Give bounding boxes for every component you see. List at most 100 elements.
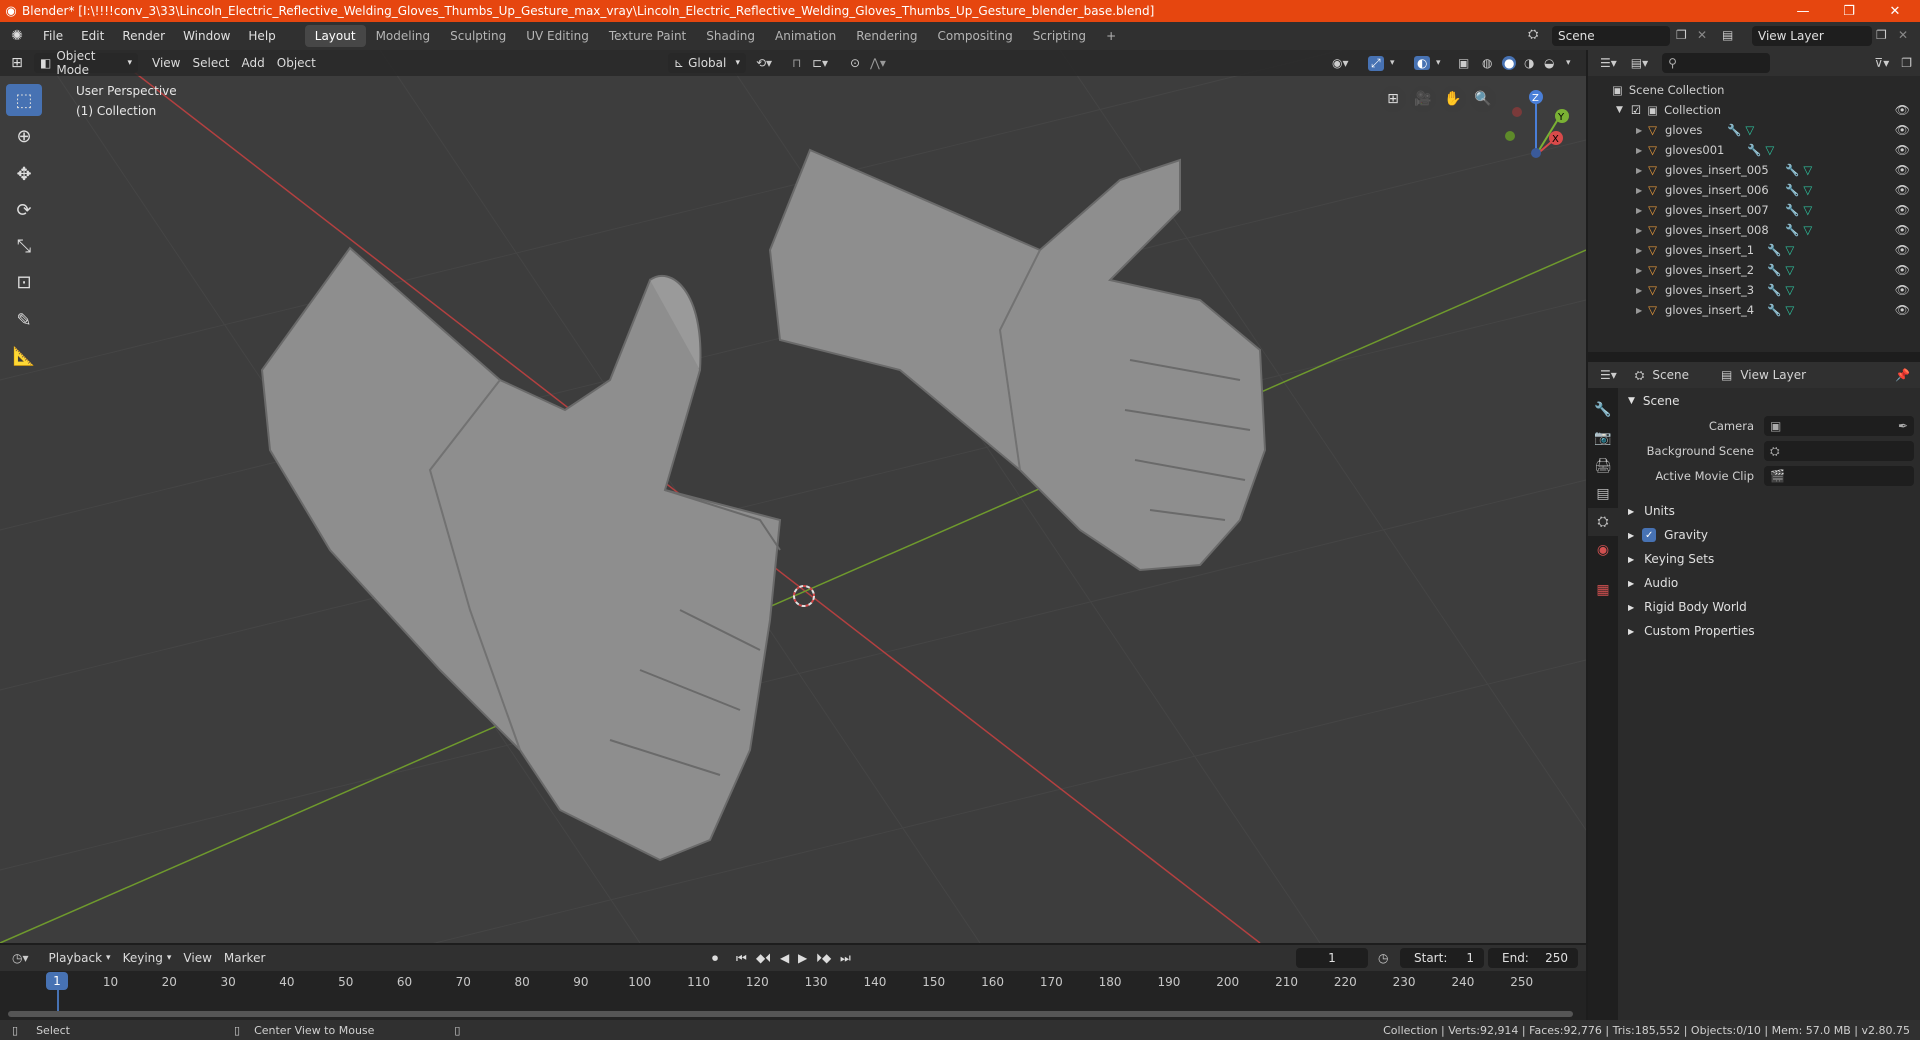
view-layer-selector-icon[interactable]: ▤ [1722,28,1733,42]
new-scene-icon[interactable]: ❐ [1676,28,1687,42]
scene-collection-row[interactable]: ▣ Scene Collection [1588,80,1920,100]
delete-scene-icon[interactable]: ✕ [1697,28,1707,42]
menu-object[interactable]: Object [271,53,322,73]
add-workspace-button[interactable]: + [1096,25,1126,47]
move-tool-icon[interactable]: ✥ [6,158,42,190]
eye-icon[interactable]: 👁 [1895,183,1910,197]
expand-arrow-icon[interactable]: ▼ [1616,105,1623,115]
render-tab-icon[interactable]: 📷 [1588,424,1618,452]
tab-modeling[interactable]: Modeling [366,25,441,47]
scene-selector-icon[interactable]: ⛭ [1528,27,1538,42]
snap-target-icon[interactable]: ⊏▾ [812,56,828,70]
3d-viewport[interactable]: Z Y X ⊞ ◧ Object Mode ▾ View Select Add … [0,50,1586,943]
outliner-item-gloves-insert-007[interactable]: ▶ ▽ gloves_insert_007 🔧 ▽ 👁 [1588,200,1920,220]
wireframe-shading-icon[interactable]: ◍ [1482,56,1492,70]
audio-section[interactable]: ▶ Audio [1628,576,1678,590]
world-tab-icon[interactable]: ◉ [1588,536,1618,564]
tab-sculpting[interactable]: Sculpting [440,25,516,47]
mode-selector[interactable]: ◧ Object Mode ▾ [34,50,138,77]
menu-window[interactable]: Window [174,29,239,43]
tab-compositing[interactable]: Compositing [927,25,1022,47]
outliner-item-gloves-insert-3[interactable]: ▶ ▽ gloves_insert_3 🔧 ▽ 👁 [1588,280,1920,300]
filter-icon[interactable]: ⊽▾ [1874,56,1889,70]
eye-icon[interactable]: 👁 [1895,123,1910,137]
menu-file[interactable]: File [34,29,72,43]
rotate-tool-icon[interactable]: ⟳ [6,194,42,226]
custom-properties-section[interactable]: ▶ Custom Properties [1628,624,1755,638]
outliner-item-gloves001[interactable]: ▶ ▽ gloves001 🔧 ▽ 👁 [1588,140,1920,160]
outliner-item-gloves-insert-2[interactable]: ▶ ▽ gloves_insert_2 🔧 ▽ 👁 [1588,260,1920,280]
eyedropper-icon[interactable]: ✒ [1898,419,1908,433]
eye-icon[interactable]: 👁 [1895,243,1910,257]
display-mode-icon[interactable]: ▤▾ [1631,56,1648,70]
camera-field[interactable]: ▣ ✒ [1764,416,1914,436]
close-button[interactable]: ✕ [1872,0,1918,22]
menu-help[interactable]: Help [239,29,284,43]
tab-scripting[interactable]: Scripting [1023,25,1096,47]
blender-menu-icon[interactable]: ✺ [0,28,34,44]
frame-ruler[interactable]: 10 20 30 40 50 60 70 80 90 100 110 120 130 140 150 160 1… [0,945,1586,1005]
zoom-view-icon[interactable]: 🔍 [1470,86,1496,112]
eye-icon[interactable]: 👁 [1895,263,1910,277]
timeline-scrollbar[interactable] [8,1011,1573,1017]
pan-view-icon[interactable]: ✋ [1440,86,1466,112]
delete-view-layer-icon[interactable]: ✕ [1898,28,1908,42]
minimize-button[interactable]: — [1780,0,1826,22]
timeline-editor[interactable]: ◷▾ Playback ▾ Keying ▾ View Marker ⏺ ⏮ ◆⏴ … [0,945,1586,1026]
eye-icon[interactable]: 👁 [1895,103,1910,117]
menu-edit[interactable]: Edit [72,29,113,43]
tab-texture-paint[interactable]: Texture Paint [599,25,696,47]
overlays-toggle-icon[interactable]: ◐ [1414,56,1431,70]
background-scene-field[interactable]: ⛭ [1764,441,1914,461]
eye-icon[interactable]: 👁 [1895,223,1910,237]
editor-type-icon[interactable]: ⊞ [0,55,34,71]
expand-arrow-icon[interactable]: ▶ [1636,166,1642,175]
expand-arrow-icon[interactable]: ▶ [1636,146,1642,155]
pivot-point-icon[interactable]: ⟲▾ [756,56,772,70]
expand-arrow-icon[interactable]: ▶ [1636,206,1642,215]
toggle-ortho-icon[interactable]: ⊞ [1380,86,1406,112]
outliner-item-gloves[interactable]: ▶ ▽ gloves 🔧 ▽ 👁 [1588,120,1920,140]
outliner-item-gloves-insert-4[interactable]: ▶ ▽ gloves_insert_4 🔧 ▽ 👁 [1588,300,1920,320]
cursor-tool-icon[interactable]: ⊕ [6,120,42,152]
new-view-layer-icon[interactable]: ❐ [1876,28,1887,42]
glove-right-model[interactable] [768,148,1267,572]
annotate-tool-icon[interactable]: ✎ [6,304,42,336]
playhead-marker[interactable]: 1 [46,972,68,990]
transform-tool-icon[interactable]: ⊡ [6,266,42,298]
shading-dropdown-icon[interactable]: ▾ [1566,58,1571,68]
keying-sets-section[interactable]: ▶ Keying Sets [1628,552,1714,566]
menu-render[interactable]: Render [113,29,174,43]
solid-shading-icon[interactable]: ● [1502,56,1517,70]
collection-row[interactable]: ▼ ☑ ▣ Collection 👁 [1588,100,1920,120]
scene-tab-icon[interactable]: ⛭ [1588,508,1618,536]
gravity-section[interactable]: ▶ ✓ Gravity [1628,528,1708,542]
expand-arrow-icon[interactable]: ▶ [1636,266,1642,275]
expand-arrow-icon[interactable]: ▶ [1636,306,1642,315]
expand-arrow-icon[interactable]: ▶ [1636,186,1642,195]
gizmo-dropdown-icon[interactable]: ▾ [1390,58,1395,68]
material-shading-icon[interactable]: ◑ [1524,56,1534,70]
transform-orientation-selector[interactable]: ⊾ Global ▾ [668,53,746,73]
new-collection-icon[interactable]: ❐ [1901,56,1912,70]
restore-button[interactable]: ❐ [1826,0,1872,22]
expand-arrow-icon[interactable]: ▶ [1636,246,1642,255]
active-movie-clip-field[interactable]: 🎬 [1764,466,1914,486]
tab-animation[interactable]: Animation [765,25,846,47]
outliner-item-gloves-insert-008[interactable]: ▶ ▽ gloves_insert_008 🔧 ▽ 👁 [1588,220,1920,240]
scale-tool-icon[interactable]: ⤡ [6,230,42,262]
eye-icon[interactable]: 👁 [1895,203,1910,217]
tab-shading[interactable]: Shading [696,25,765,47]
eye-icon[interactable]: 👁 [1895,143,1910,157]
expand-arrow-icon[interactable]: ▶ [1636,226,1642,235]
expand-arrow-icon[interactable]: ▶ [1636,286,1642,295]
menu-view[interactable]: View [146,53,186,73]
pin-icon[interactable]: 📌 [1895,368,1910,382]
properties-editor-icon[interactable]: ☰▾ [1600,368,1617,382]
units-section[interactable]: ▶ Units [1628,504,1675,518]
checkbox-icon[interactable]: ☑ [1631,103,1641,117]
rendered-shading-icon[interactable]: ◒ [1544,56,1554,70]
tool-settings-tab-icon[interactable]: 🔧 [1588,396,1618,424]
overlays-dropdown-icon[interactable]: ▾ [1436,58,1441,68]
proportional-edit-icon[interactable]: ⊙ [850,56,860,70]
